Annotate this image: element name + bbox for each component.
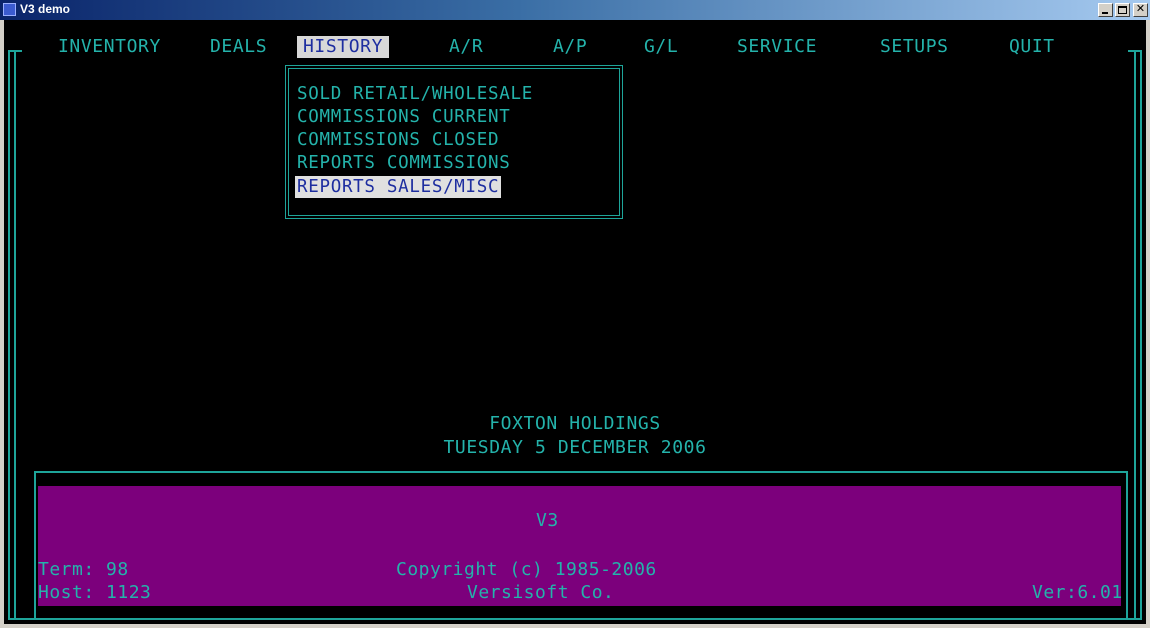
- submenu-item-commissions-closed[interactable]: COMMISSIONS CLOSED: [297, 129, 499, 151]
- term-label: Term: 98: [38, 559, 129, 580]
- frame-divider: [34, 471, 1128, 473]
- submenu-item-sold-retail-wholesale[interactable]: SOLD RETAIL/WHOLESALE: [297, 83, 533, 105]
- close-icon: ✕: [1135, 2, 1146, 15]
- menu-item-ap[interactable]: A/P: [553, 36, 587, 58]
- menu-item-setups[interactable]: SETUPS: [880, 36, 949, 58]
- frame-left-outer: [8, 50, 10, 620]
- frame-right-inner: [1134, 50, 1136, 620]
- submenu-item-reports-commissions[interactable]: REPORTS COMMISSIONS: [297, 152, 510, 174]
- terminal-screen: INVENTORY DEALS HISTORY A/R A/P G/L SERV…: [4, 20, 1146, 624]
- menu-item-quit[interactable]: QUIT: [1009, 36, 1055, 58]
- footer-panel: V3 Term: 98 Host: 1123 Copyright (c) 198…: [38, 486, 1123, 606]
- history-submenu: SOLD RETAIL/WHOLESALE COMMISSIONS CURREN…: [285, 65, 623, 219]
- title-bar: V3 demo ✕: [0, 0, 1150, 20]
- current-date: TUESDAY 5 DECEMBER 2006: [443, 437, 707, 458]
- minimize-icon: [1102, 12, 1108, 14]
- menu-item-gl[interactable]: G/L: [644, 36, 678, 58]
- maximize-button[interactable]: [1115, 3, 1130, 17]
- menu-item-ar[interactable]: A/R: [449, 36, 483, 58]
- company-name: FOXTON HOLDINGS: [489, 413, 661, 434]
- vendor-name: Versisoft Co.: [467, 582, 615, 603]
- app-name: V3: [536, 510, 559, 531]
- window-title: V3 demo: [20, 2, 71, 16]
- frame-bottom: [8, 618, 1142, 620]
- menu-item-inventory[interactable]: INVENTORY: [58, 36, 161, 58]
- copyright-text: Copyright (c) 1985-2006: [396, 559, 657, 580]
- close-button[interactable]: ✕: [1133, 2, 1148, 17]
- host-label: Host: 1123: [38, 582, 152, 603]
- app-icon[interactable]: [3, 3, 16, 16]
- menu-item-history[interactable]: HISTORY: [297, 36, 390, 58]
- menu-item-service[interactable]: SERVICE: [737, 36, 817, 58]
- menu-item-deals[interactable]: DEALS: [210, 36, 267, 58]
- version-label: Ver:6.01: [1032, 582, 1123, 603]
- frame-inner-right: [1126, 471, 1128, 619]
- submenu-item-reports-sales-misc[interactable]: REPORTS SALES/MISC: [295, 176, 502, 198]
- maximize-icon: [1118, 6, 1127, 14]
- submenu-item-commissions-current[interactable]: COMMISSIONS CURRENT: [297, 106, 510, 128]
- frame-inner-left: [34, 471, 36, 619]
- frame-right-outer: [1140, 50, 1142, 620]
- minimize-button[interactable]: [1098, 3, 1113, 17]
- frame-left-inner: [14, 50, 16, 620]
